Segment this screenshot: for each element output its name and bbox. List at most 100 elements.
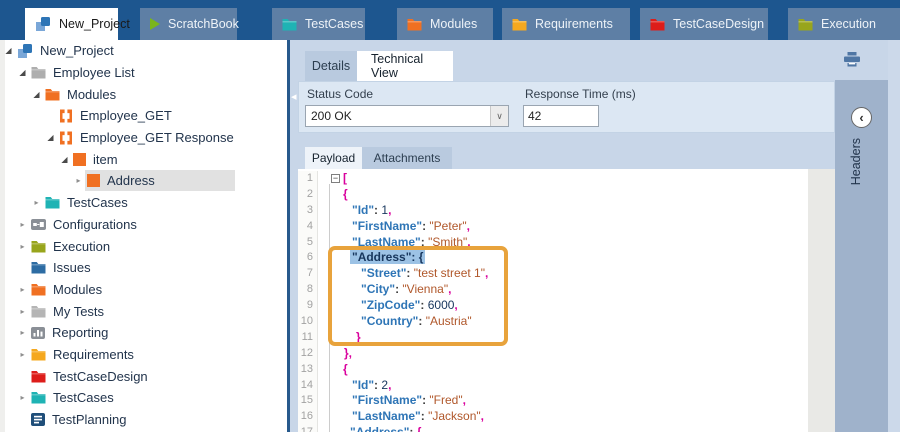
tab-modules[interactable]: Modules	[397, 8, 493, 40]
code-line[interactable]: 15"FirstName": "Fred",	[298, 393, 808, 409]
application-window: New_Project× ScratchBook TestCases Modules R…	[0, 0, 900, 432]
tab-technical-view[interactable]: Technical View	[357, 51, 453, 81]
tab-details[interactable]: Details	[305, 51, 357, 81]
tree-item-issues[interactable]: Issues	[0, 257, 290, 279]
chevron-down-icon[interactable]: ∨	[490, 106, 508, 126]
tab-testcasedesign[interactable]: TestCaseDesign	[640, 8, 768, 40]
tree-item-testplanning[interactable]: TestPlanning	[0, 409, 290, 431]
collapse-arrow-icon[interactable]: ◢	[16, 68, 29, 77]
expand-arrow-icon[interactable]: ▸	[16, 242, 29, 251]
tree-item-employee-get-response[interactable]: ◢Employee_GET Response	[0, 127, 290, 149]
tree-item-body[interactable]: TestPlanning	[29, 409, 126, 430]
collapse-arrow-icon[interactable]: ◢	[2, 46, 15, 55]
tree-item-body[interactable]: Reporting	[29, 322, 108, 343]
tree-item-body[interactable]: TestCaseDesign	[29, 366, 148, 387]
code-line[interactable]: 5"LastName": "Smith",	[298, 235, 808, 251]
tree-item-body[interactable]: Employee_GET Response	[57, 127, 234, 148]
tree-item-item[interactable]: ◢ item	[0, 148, 290, 170]
tree-item-address[interactable]: ▸Address	[0, 170, 290, 192]
collapse-arrow-icon[interactable]: ◢	[58, 155, 71, 164]
expand-arrow-icon[interactable]: ▸	[16, 328, 29, 337]
code-line[interactable]: 12},	[298, 346, 808, 362]
expand-arrow-icon[interactable]: ▸	[72, 176, 85, 185]
tree-item-modules[interactable]: ◢ Modules	[0, 83, 290, 105]
tree-item-my-tests[interactable]: ▸My Tests	[0, 300, 290, 322]
status-code-select[interactable]: 200 OK ∨	[305, 105, 509, 127]
code-line[interactable]: 10"Country": "Austria"	[298, 314, 808, 330]
tree-item-modules[interactable]: ▸Modules	[0, 279, 290, 301]
line-number: 7	[298, 266, 318, 282]
editor-scrollbar-track[interactable]	[808, 169, 835, 432]
tree-item-requirements[interactable]: ▸Requirements	[0, 344, 290, 366]
payload-code-editor[interactable]: 1[2{3"Id": 1,4"FirstName": "Peter",5"Las…	[298, 169, 835, 432]
tree-item-body[interactable]: Employee List	[29, 62, 135, 83]
tree-item-reporting[interactable]: ▸ Reporting	[0, 322, 290, 344]
code-line[interactable]: 13{	[298, 362, 808, 378]
expand-arrow-icon[interactable]: ▸	[16, 393, 29, 402]
tree-item-execution[interactable]: ▸Execution	[0, 235, 290, 257]
tree-item-label: Employee_GET	[80, 108, 172, 123]
collapse-chevron-icon[interactable]: ‹	[851, 107, 872, 128]
expand-arrow-icon[interactable]: ▸	[16, 285, 29, 294]
code-line[interactable]: 7"Street": "test street 1",	[298, 266, 808, 282]
code-line[interactable]: 16"LastName": "Jackson",	[298, 409, 808, 425]
tab-requirements[interactable]: Requirements	[502, 8, 630, 40]
printer-icon[interactable]	[843, 52, 861, 67]
tree-item-configurations[interactable]: ▸Configurations	[0, 214, 290, 236]
fold-collapse-icon[interactable]	[331, 174, 340, 183]
response-time-input[interactable]	[523, 105, 599, 127]
tree-item-label: Modules	[67, 87, 116, 102]
tab-label: TestCases	[305, 17, 363, 31]
tree-item-body[interactable]: TestCases	[43, 192, 128, 213]
tree-item-employee-list[interactable]: ◢Employee List	[0, 62, 290, 84]
collapse-arrow-icon[interactable]: ◢	[44, 133, 57, 142]
tab-scratchbook[interactable]: ScratchBook	[140, 8, 237, 40]
tree-item-body[interactable]: Address	[85, 170, 235, 191]
tab-new-project[interactable]: New_Project×	[25, 8, 118, 40]
tab-attachments[interactable]: Attachments	[362, 147, 452, 169]
line-number: 12	[298, 346, 318, 362]
tree-item-body[interactable]: Issues	[29, 257, 91, 278]
tree-item-new-project[interactable]: ◢New_Project	[0, 40, 290, 62]
tree-item-body[interactable]: Requirements	[29, 344, 134, 365]
tree-item-body[interactable]: My Tests	[29, 301, 104, 322]
tree-item-testcasedesign[interactable]: TestCaseDesign	[0, 365, 290, 387]
expand-arrow-icon[interactable]: ▸	[16, 220, 29, 229]
code-line[interactable]: 2{	[298, 187, 808, 203]
tree-item-label: TestCaseDesign	[53, 369, 148, 384]
line-number: 15	[298, 393, 318, 409]
tree-item-employee-get[interactable]: Employee_GET	[0, 105, 290, 127]
tree-item-body[interactable]: Employee_GET	[57, 105, 172, 126]
collapse-arrow-icon[interactable]: ◢	[30, 90, 43, 99]
expand-arrow-icon[interactable]: ▸	[30, 198, 43, 207]
tree-item-body[interactable]: TestCases	[29, 387, 114, 408]
line-number: 1	[298, 171, 318, 187]
tree-item-body[interactable]: Execution	[29, 236, 110, 257]
headers-side-tab[interactable]: ‹ Headers	[835, 80, 888, 432]
code-line[interactable]: 17"Address": {	[298, 425, 808, 432]
tree-item-body[interactable]: Configurations	[29, 214, 137, 235]
code-line[interactable]: 6"Address": {	[298, 250, 808, 266]
tree-item-body[interactable]: Modules	[43, 84, 116, 105]
tree-item-body[interactable]: New_Project	[15, 40, 114, 61]
scroll-left-arrow-icon[interactable]: ◂	[291, 92, 297, 103]
tab-payload[interactable]: Payload	[305, 147, 362, 169]
code-line[interactable]: 11}	[298, 330, 808, 346]
tree-item-label: item	[93, 152, 118, 167]
expand-arrow-icon[interactable]: ▸	[16, 350, 29, 359]
tree-item-body[interactable]: item	[71, 149, 118, 170]
code-line[interactable]: 3"Id": 1,	[298, 203, 808, 219]
headers-side-tab-label[interactable]: Headers	[849, 138, 863, 185]
tab-execution[interactable]: Execution	[788, 8, 900, 40]
tree-item-body[interactable]: Modules	[29, 279, 102, 300]
tree-item-testcases[interactable]: ▸TestCases	[0, 192, 290, 214]
code-line[interactable]: 1[	[298, 171, 808, 187]
code-line[interactable]: 8"City": "Vienna",	[298, 282, 808, 298]
code-line[interactable]: 4"FirstName": "Peter",	[298, 219, 808, 235]
code-line[interactable]: 9"ZipCode": 6000,	[298, 298, 808, 314]
expand-arrow-icon[interactable]: ▸	[16, 307, 29, 316]
tree-item-testcases[interactable]: ▸TestCases	[0, 387, 290, 409]
tab-testcases[interactable]: TestCases	[272, 8, 365, 40]
tree-item-label: Reporting	[52, 325, 108, 340]
code-line[interactable]: 14"Id": 2,	[298, 378, 808, 394]
